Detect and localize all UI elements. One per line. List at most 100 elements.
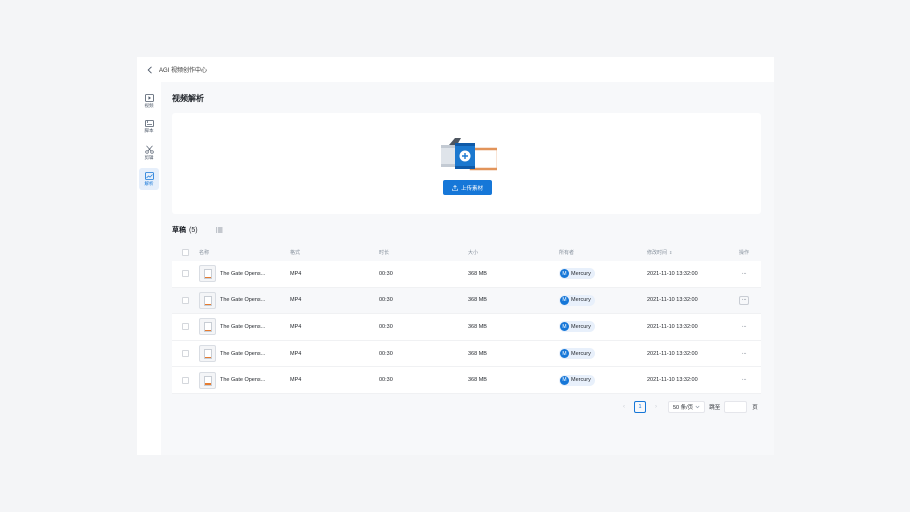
file-format: MP4 [290,297,302,304]
column-header-modified-label: 修改时间 [647,249,668,256]
top-bar: AGI 视频创作中心 [137,57,774,82]
sidebar-item-label: 视频 [144,102,154,108]
avatar: M [560,322,569,332]
file-name: The Gate Opens... [220,323,266,330]
owner-tag: M Mercury [559,268,595,280]
video-thumbnail [199,265,216,283]
pagination: ‹ 1 › 50 条/页 跳至 页 [618,401,758,413]
owner-name: Mercury [571,377,591,384]
owner-name: Mercury [571,350,591,357]
more-actions-button[interactable]: ··· [739,322,749,331]
sidebar: 视频 脚本 剪辑 解析 [137,82,161,455]
drafts-title: 草稿 [172,227,186,234]
column-header-duration: 时长 [379,249,390,256]
next-page-icon[interactable]: › [650,401,662,413]
sidebar-item-script[interactable]: 脚本 [139,116,159,138]
modified-time: 2021-11-10 13:32:00 [647,377,698,384]
modified-time: 2021-11-10 13:32:00 [647,323,698,330]
play-square-icon [144,93,154,102]
avatar: M [560,295,569,305]
file-duration: 00:30 [379,350,393,357]
file-size: 368 MB [468,377,487,384]
file-name: The Gate Opens... [220,350,266,357]
sidebar-item-edit[interactable]: 剪辑 [139,142,159,164]
file-size: 368 MB [468,270,487,277]
back-chevron-icon[interactable] [145,65,155,75]
owner-name: Mercury [571,270,591,277]
page-size-value: 50 条/页 [673,405,694,411]
jump-to-label: 跳至 [709,405,721,411]
table-row[interactable]: The Gate Opens... MP4 00:30 368 MB M Merc… [172,287,761,315]
modified-time: 2021-11-10 13:32:00 [647,297,698,304]
file-format: MP4 [290,350,302,357]
sidebar-item-label: 解析 [144,180,154,186]
chevron-down-icon [695,405,700,409]
jump-page-input[interactable] [724,401,748,413]
column-header-actions: 操作 [739,249,750,256]
video-thumbnail [199,318,216,336]
row-checkbox[interactable] [182,350,189,358]
app-window: AGI 视频创作中心 视频 脚本 剪辑 解析 视频解析 上传素材 草稿 (5) … [137,57,774,455]
row-checkbox[interactable] [182,376,189,384]
table-header: 名称 格式 时长 大小 所有者 修改时间 ⇕ 操作 [172,243,761,261]
file-duration: 00:30 [379,270,393,277]
image-analysis-icon [144,171,154,180]
drafts-count: (5) [189,226,198,234]
table-row[interactable]: The Gate Opens... MP4 00:30 368 MB M Merc… [172,314,761,341]
table-row[interactable]: The Gate Opens... MP4 00:30 368 MB M Merc… [172,367,761,394]
more-actions-button[interactable]: ··· [739,269,749,278]
video-upload-illustration [441,138,497,171]
file-format: MP4 [290,323,302,330]
file-duration: 00:30 [379,323,393,330]
page-suffix-label: 页 [752,405,758,411]
app-title: AGI 视频创作中心 [159,68,208,74]
column-header-size: 大小 [468,249,479,256]
upload-area[interactable]: 上传素材 [172,113,761,214]
modified-time: 2021-11-10 13:32:00 [647,350,698,357]
sidebar-item-video[interactable]: 视频 [139,90,159,112]
more-actions-button[interactable]: ··· [739,376,749,385]
table-row[interactable]: The Gate Opens... MP4 00:30 368 MB M Merc… [172,340,761,368]
column-header-owner: 所有者 [559,249,575,256]
file-format: MP4 [290,377,302,384]
table-row[interactable]: The Gate Opens... MP4 00:30 368 MB M Merc… [172,261,761,288]
upload-button-label: 上传素材 [460,185,483,192]
page-title: 视频解析 [172,94,204,103]
file-format: MP4 [290,270,302,277]
modified-time: 2021-11-10 13:32:00 [647,270,698,277]
video-thumbnail [199,371,216,389]
column-header-modified[interactable]: 修改时间 ⇕ [647,249,739,256]
owner-tag: M Mercury [559,294,595,306]
avatar: M [560,375,569,385]
sidebar-item-analysis[interactable]: 解析 [139,168,159,190]
avatar: M [560,349,569,359]
list-view-icon[interactable] [215,227,223,233]
upload-icon [452,184,458,191]
drafts-table: 名称 格式 时长 大小 所有者 修改时间 ⇕ 操作 The Gate Opens.… [172,243,761,394]
prev-page-icon[interactable]: ‹ [618,401,630,413]
row-checkbox[interactable] [182,323,189,331]
owner-tag: M Mercury [559,348,595,360]
drafts-header: 草稿 (5) [172,225,223,235]
row-checkbox[interactable] [182,270,189,278]
select-all-checkbox[interactable] [182,248,189,256]
file-size: 368 MB [468,297,487,304]
file-duration: 00:30 [379,377,393,384]
video-thumbnail [199,345,216,363]
file-name: The Gate Opens... [220,270,266,277]
row-checkbox[interactable] [182,296,189,304]
scissors-icon [144,145,154,154]
column-header-name: 名称 [199,249,210,256]
more-actions-button[interactable]: ··· [739,349,749,358]
video-thumbnail [199,291,216,309]
file-size: 368 MB [468,350,487,357]
more-actions-button[interactable]: ··· [739,295,749,305]
sort-icon[interactable]: ⇕ [669,250,672,255]
owner-name: Mercury [571,297,591,304]
upload-material-button[interactable]: 上传素材 [443,180,492,195]
owner-tag: M Mercury [559,321,595,333]
sidebar-item-label: 脚本 [144,128,154,133]
page-size-select[interactable]: 50 条/页 [668,401,706,413]
page-number-current[interactable]: 1 [634,401,646,413]
sidebar-item-label: 剪辑 [144,155,154,160]
